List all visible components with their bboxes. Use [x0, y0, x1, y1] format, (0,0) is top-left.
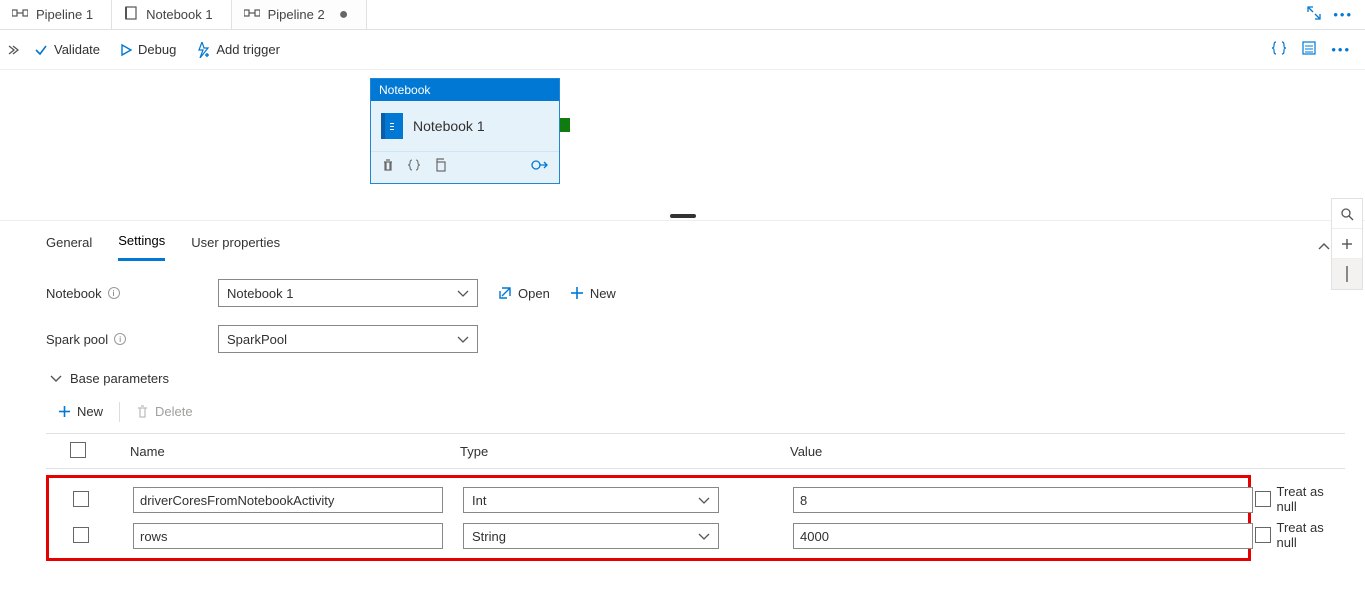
debug-button[interactable]: Debug [118, 38, 178, 61]
tab-general[interactable]: General [46, 235, 92, 260]
delete-icon[interactable] [381, 158, 395, 175]
code-braces-icon[interactable] [407, 158, 421, 175]
delete-label: Delete [155, 404, 193, 419]
collapse-sidebar-button[interactable] [0, 43, 24, 57]
table-row: Int [49, 482, 1248, 518]
table-row: String [49, 518, 1248, 554]
notebook-activity[interactable]: Notebook Notebook 1 [370, 78, 560, 184]
pipeline-toolbar: Validate Debug Add trigger ••• [0, 30, 1365, 70]
plus-icon[interactable] [1332, 229, 1362, 259]
new-parameter-button[interactable]: New [56, 400, 105, 423]
tab-notebook-1[interactable]: Notebook 1 [112, 0, 232, 29]
code-braces-icon[interactable] [1271, 40, 1287, 59]
row-checkbox[interactable] [73, 527, 89, 543]
param-type-select[interactable]: Int [463, 487, 719, 513]
editor-tabs: Pipeline 1 Notebook 1 Pipeline 2 ● ••• [0, 0, 1365, 30]
param-name-input[interactable] [133, 487, 443, 513]
col-type: Type [450, 444, 780, 459]
select-all-checkbox[interactable] [70, 442, 86, 458]
info-icon[interactable]: i [108, 287, 120, 299]
add-trigger-label: Add trigger [216, 42, 280, 57]
tab-pipeline-2[interactable]: Pipeline 2 ● [232, 0, 368, 29]
treat-as-null-checkbox[interactable] [1255, 491, 1271, 507]
tab-settings[interactable]: Settings [118, 233, 165, 261]
notebook-icon [124, 6, 138, 23]
base-parameters-toggle[interactable]: Base parameters [50, 371, 1345, 386]
tab-pipeline-1[interactable]: Pipeline 1 [0, 0, 112, 29]
run-icon[interactable] [531, 158, 549, 175]
success-connector[interactable] [560, 118, 570, 132]
activity-title: Notebook 1 [413, 118, 485, 134]
debug-label: Debug [138, 42, 176, 57]
copy-icon[interactable] [433, 158, 447, 175]
treat-as-null-label: Treat as null [1277, 520, 1346, 550]
grip-icon[interactable] [1332, 259, 1362, 289]
add-trigger-button[interactable]: Add trigger [194, 38, 282, 62]
pipeline-canvas[interactable]: Notebook Notebook 1 [0, 70, 1365, 220]
tab-label: Pipeline 1 [36, 7, 93, 22]
more-icon[interactable]: ••• [1331, 42, 1351, 57]
param-value-input[interactable] [793, 523, 1253, 549]
tab-label: Notebook 1 [146, 7, 213, 22]
new-notebook-button[interactable]: New [570, 286, 616, 301]
parameters-table: Name Type Value Int String [46, 433, 1345, 561]
chevron-down-icon [457, 332, 469, 347]
param-value-input[interactable] [793, 487, 1253, 513]
list-icon[interactable] [1301, 40, 1317, 59]
tab-user-properties[interactable]: User properties [191, 235, 280, 260]
row-checkbox[interactable] [73, 491, 89, 507]
validate-button[interactable]: Validate [32, 38, 102, 61]
activity-type-label: Notebook [371, 79, 559, 101]
chevron-down-icon [698, 493, 710, 508]
chevron-down-icon [457, 286, 469, 301]
notebook-select[interactable]: Notebook 1 [218, 279, 478, 307]
notebook-icon [381, 113, 403, 139]
open-notebook-button[interactable]: Open [498, 286, 550, 301]
expand-icon[interactable] [1307, 6, 1321, 23]
param-name-input[interactable] [133, 523, 443, 549]
search-icon[interactable] [1332, 199, 1362, 229]
new-label: New [77, 404, 103, 419]
chevron-down-icon [50, 371, 62, 386]
chevron-down-icon [698, 529, 710, 544]
treat-as-null-label: Treat as null [1277, 484, 1346, 514]
spark-pool-field-label: Spark pool [46, 332, 108, 347]
col-name: Name [120, 444, 450, 459]
new-label: New [590, 286, 616, 301]
param-type-select[interactable]: String [463, 523, 719, 549]
pipeline-icon [12, 6, 28, 23]
more-icon[interactable]: ••• [1333, 7, 1353, 22]
tab-label: Pipeline 2 [268, 7, 325, 22]
panel-resize-handle[interactable] [670, 214, 696, 218]
delete-parameter-button[interactable]: Delete [134, 400, 195, 423]
spark-pool-select-value: SparkPool [227, 332, 287, 347]
open-label: Open [518, 286, 550, 301]
base-parameters-label: Base parameters [70, 371, 169, 386]
spark-pool-select[interactable]: SparkPool [218, 325, 478, 353]
info-icon[interactable]: i [114, 333, 126, 345]
activity-config-tabs: General Settings User properties [0, 220, 1365, 261]
canvas-side-tools [1331, 198, 1363, 290]
treat-as-null-checkbox[interactable] [1255, 527, 1271, 543]
col-value: Value [780, 444, 1300, 459]
notebook-select-value: Notebook 1 [227, 286, 294, 301]
settings-panel: Notebook i Notebook 1 Open New Spark poo… [0, 261, 1365, 561]
validate-label: Validate [54, 42, 100, 57]
dirty-indicator-icon: ● [339, 6, 349, 24]
pipeline-icon [244, 6, 260, 23]
notebook-field-label: Notebook [46, 286, 102, 301]
